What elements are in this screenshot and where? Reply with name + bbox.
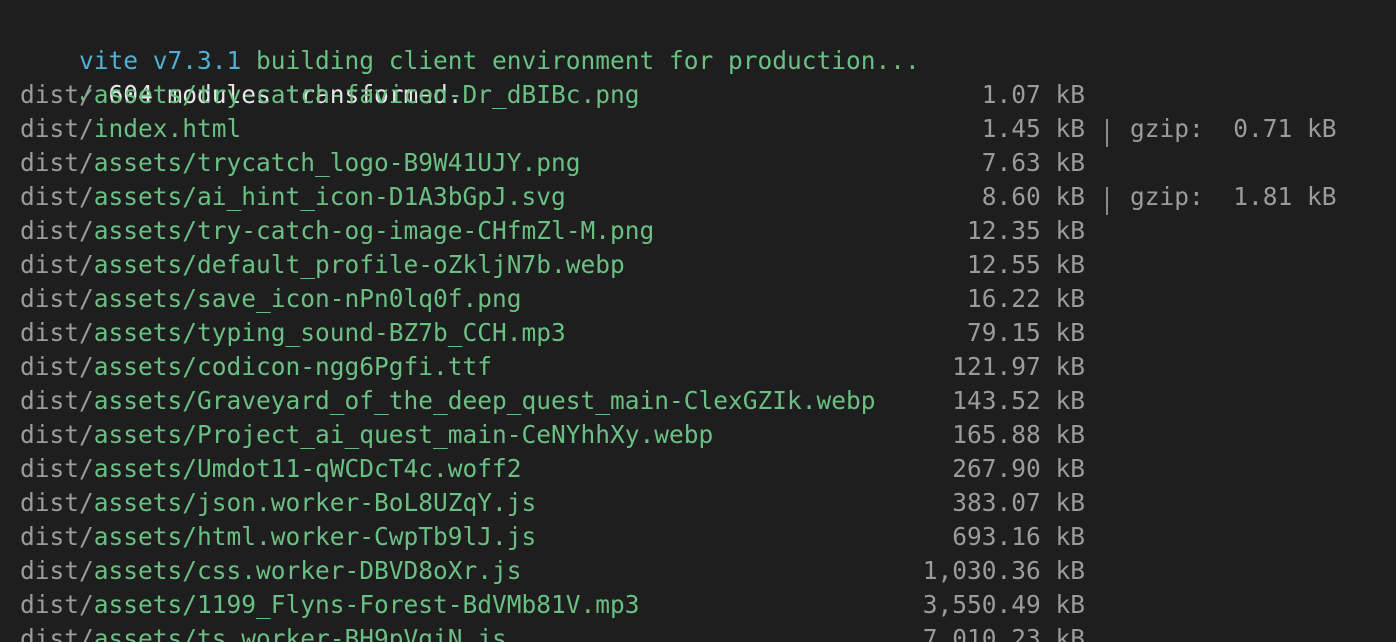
file-row: dist/assets/default_profile-oZkljN7b.web…	[20, 248, 1396, 282]
file-row: dist/assets/ts.worker-BH9pVgiN.js 7,010.2…	[20, 622, 1396, 642]
file-path: dist/assets/codicon-ngg6Pgfi.ttf	[20, 350, 492, 384]
file-name: assets/css.worker-DBVD8oXr.js	[93, 556, 522, 585]
file-name: assets/try-catch-og-image-CHfmZl-M.png	[93, 216, 655, 245]
file-row: dist/assets/json.worker-BoL8UZqY.js 383.0…	[20, 486, 1396, 520]
file-row: dist/assets/try-catch-favicon-Dr_dBIBc.p…	[20, 78, 1396, 112]
file-dir: dist/	[20, 182, 94, 211]
file-path: dist/assets/try-catch-favicon-Dr_dBIBc.p…	[20, 78, 640, 112]
file-path: dist/assets/Umdot11-qWCDcT4c.woff2	[20, 452, 522, 486]
file-dir: dist/	[20, 148, 94, 177]
file-size: 383.07 kB	[952, 488, 1085, 517]
file-row: dist/assets/typing_sound-BZ7b_CCH.mp3 79.…	[20, 316, 1396, 350]
file-name: assets/html.worker-CwpTb9lJ.js	[93, 522, 537, 551]
modules-transformed-line: ✓ 604 modules transformed.	[20, 44, 463, 109]
file-size: 8.60 kB	[981, 182, 1085, 211]
file-name: assets/save_icon-nPn0lq0f.png	[93, 284, 522, 313]
file-path: dist/assets/json.worker-BoL8UZqY.js	[20, 486, 536, 520]
file-row: dist/assets/html.worker-CwpTb9lJ.js 693.1…	[20, 520, 1396, 554]
file-row: dist/assets/ai_hint_icon-D1A3bGpJ.svg 8.6…	[20, 180, 1396, 215]
file-dir: dist/	[20, 318, 94, 347]
file-size: 16.22 kB	[966, 284, 1085, 313]
file-dir: dist/	[20, 250, 94, 279]
file-name: assets/codicon-ngg6Pgfi.ttf	[93, 352, 493, 381]
file-size: 1.45 kB	[981, 114, 1085, 143]
file-dir: dist/	[20, 590, 94, 619]
file-row: dist/assets/Umdot11-qWCDcT4c.woff2 267.90…	[20, 452, 1396, 486]
file-name: assets/ai_hint_icon-D1A3bGpJ.svg	[93, 182, 566, 211]
file-row: dist/assets/trycatch_logo-B9W41UJY.png 7.…	[20, 146, 1396, 180]
file-dir: dist/	[20, 420, 94, 449]
file-path: dist/assets/ts.worker-BH9pVgiN.js	[20, 622, 507, 642]
file-dir: dist/	[20, 624, 94, 642]
file-path: dist/index.html	[20, 112, 241, 146]
file-path: dist/assets/Project_ai_quest_main-CeNYhh…	[20, 418, 713, 452]
file-dir: dist/	[20, 488, 94, 517]
file-size: 12.35 kB	[966, 216, 1085, 245]
file-path: dist/assets/default_profile-oZkljN7b.web…	[20, 248, 625, 282]
file-path: dist/assets/trycatch_logo-B9W41UJY.png	[20, 146, 581, 180]
file-row: dist/assets/Graveyard_of_the_deep_quest_…	[20, 384, 1396, 418]
file-size: 1,030.36 kB	[922, 556, 1085, 585]
file-name: assets/json.worker-BoL8UZqY.js	[93, 488, 537, 517]
file-row: dist/index.html 1.45 kB gzip: 0.71 kB	[20, 112, 1396, 147]
file-size: 79.15 kB	[966, 318, 1085, 347]
file-name: index.html	[93, 114, 242, 143]
gzip-size: gzip: 0.71 kB	[1130, 114, 1337, 143]
file-name: assets/Graveyard_of_the_deep_quest_main-…	[93, 386, 876, 415]
file-row: dist/assets/Project_ai_quest_main-CeNYhh…	[20, 418, 1396, 452]
file-size: 693.16 kB	[952, 522, 1085, 551]
file-dir: dist/	[20, 216, 94, 245]
column-separator	[1106, 119, 1108, 147]
file-dir: dist/	[20, 386, 94, 415]
gzip-size: gzip: 1.81 kB	[1130, 182, 1337, 211]
file-path: dist/assets/Graveyard_of_the_deep_quest_…	[20, 384, 876, 418]
file-size: 267.90 kB	[952, 454, 1085, 483]
terminal-output[interactable]: vite v7.3.1 building client environment …	[0, 0, 1396, 642]
file-row: dist/assets/try-catch-og-image-CHfmZl-M.…	[20, 214, 1396, 248]
file-name: assets/ts.worker-BH9pVgiN.js	[93, 624, 507, 642]
file-size: 143.52 kB	[952, 386, 1085, 415]
file-size: 1.07 kB	[981, 80, 1085, 109]
file-dir: dist/	[20, 352, 94, 381]
file-size: 121.97 kB	[952, 352, 1085, 381]
file-row: dist/assets/css.worker-DBVD8oXr.js 1,030.…	[20, 554, 1396, 588]
file-path: dist/assets/1199_Flyns-Forest-BdVMb81V.m…	[20, 588, 640, 622]
file-name: assets/default_profile-oZkljN7b.webp	[93, 250, 625, 279]
file-path: dist/assets/save_icon-nPn0lq0f.png	[20, 282, 522, 316]
file-dir: dist/	[20, 284, 94, 313]
file-name: assets/typing_sound-BZ7b_CCH.mp3	[93, 318, 566, 347]
file-size: 7,010.23 kB	[922, 624, 1085, 642]
file-name: assets/trycatch_logo-B9W41UJY.png	[93, 148, 581, 177]
file-size: 12.55 kB	[966, 250, 1085, 279]
file-path: dist/assets/ai_hint_icon-D1A3bGpJ.svg	[20, 180, 566, 214]
file-name: assets/Umdot11-qWCDcT4c.woff2	[93, 454, 522, 483]
file-row: dist/assets/codicon-ngg6Pgfi.ttf 121.97 k…	[20, 350, 1396, 384]
file-path: dist/assets/try-catch-og-image-CHfmZl-M.…	[20, 214, 654, 248]
file-name: assets/1199_Flyns-Forest-BdVMb81V.mp3	[93, 590, 640, 619]
file-dir: dist/	[20, 522, 94, 551]
column-separator	[1106, 187, 1108, 215]
file-name: assets/try-catch-favicon-Dr_dBIBc.png	[93, 80, 640, 109]
build-status-line: vite v7.3.1 building client environment …	[20, 10, 920, 75]
file-path: dist/assets/html.worker-CwpTb9lJ.js	[20, 520, 536, 554]
file-path: dist/assets/typing_sound-BZ7b_CCH.mp3	[20, 316, 566, 350]
file-dir: dist/	[20, 80, 94, 109]
file-dir: dist/	[20, 454, 94, 483]
file-row: dist/assets/1199_Flyns-Forest-BdVMb81V.m…	[20, 588, 1396, 622]
file-path: dist/assets/css.worker-DBVD8oXr.js	[20, 554, 522, 588]
file-size: 165.88 kB	[952, 420, 1085, 449]
file-size: 3,550.49 kB	[922, 590, 1085, 619]
file-name: assets/Project_ai_quest_main-CeNYhhXy.we…	[93, 420, 714, 449]
file-size: 7.63 kB	[981, 148, 1085, 177]
file-row: dist/assets/save_icon-nPn0lq0f.png 16.22 …	[20, 282, 1396, 316]
file-dir: dist/	[20, 556, 94, 585]
file-dir: dist/	[20, 114, 94, 143]
